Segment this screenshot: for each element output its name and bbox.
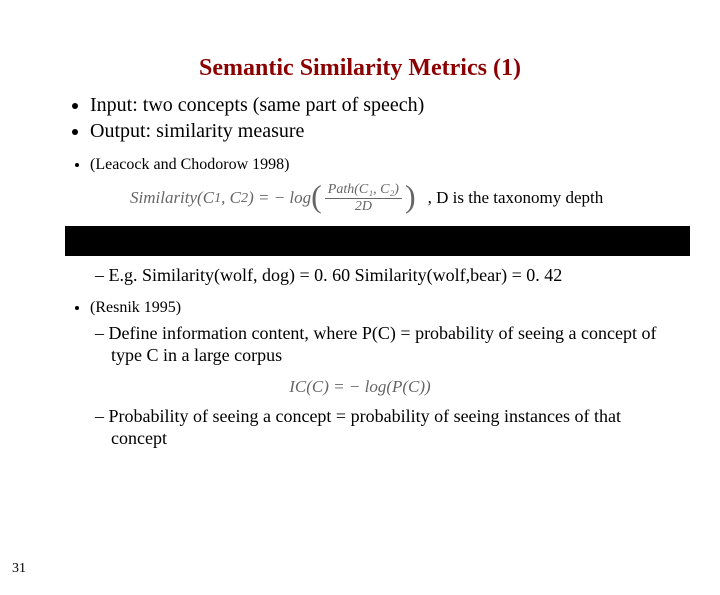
leacock-formula: Similarity(C1, C2) = − log ( Path(C₁, C₂… — [130, 182, 416, 214]
taxonomy-note: , D is the taxonomy depth — [428, 188, 604, 208]
ic-formula: IC(C) = − log(P(C)) — [0, 377, 720, 397]
leacock-formula-row: Similarity(C1, C2) = − log ( Path(C₁, C₂… — [130, 182, 720, 214]
resnik-ref: (Resnik 1995) — [90, 299, 720, 317]
formula-sub1: 1 — [214, 190, 221, 207]
formula-mid: , C — [221, 188, 241, 208]
resnik-section: (Resnik 1995) — [70, 299, 720, 317]
resnik-prob: Probability of seeing a concept = probab… — [95, 405, 680, 450]
page-number: 31 — [12, 561, 26, 577]
frac-num: Path(C₁, C₂) — [325, 182, 402, 198]
paren-close: ) — [405, 180, 416, 212]
formula-lhs: Similarity(C — [130, 188, 214, 208]
slide-title: Semantic Similarity Metrics (1) — [0, 55, 720, 82]
bullet-input: Input: two concepts (same part of speech… — [90, 92, 720, 118]
redaction-bar — [65, 226, 690, 256]
bullet-output: Output: similarity measure — [90, 118, 720, 144]
top-bullet-list: Input: two concepts (same part of speech… — [70, 92, 720, 144]
resnik-def: Define information content, where P(C) =… — [95, 322, 680, 367]
formula-sub2: 2 — [241, 190, 248, 207]
frac-den: 2D — [352, 199, 375, 214]
fraction: Path(C₁, C₂) 2D — [325, 182, 402, 214]
leacock-example: E.g. Similarity(wolf, dog) = 0. 60 Simil… — [95, 264, 680, 287]
paren-open: ( — [311, 180, 322, 212]
leacock-section: (Leacock and Chodorow 1998) Similarity(C… — [70, 156, 720, 214]
leacock-ref: (Leacock and Chodorow 1998) — [90, 156, 720, 174]
slide: Semantic Similarity Metrics (1) Input: t… — [0, 55, 720, 595]
formula-eq: ) = − log — [248, 188, 311, 208]
